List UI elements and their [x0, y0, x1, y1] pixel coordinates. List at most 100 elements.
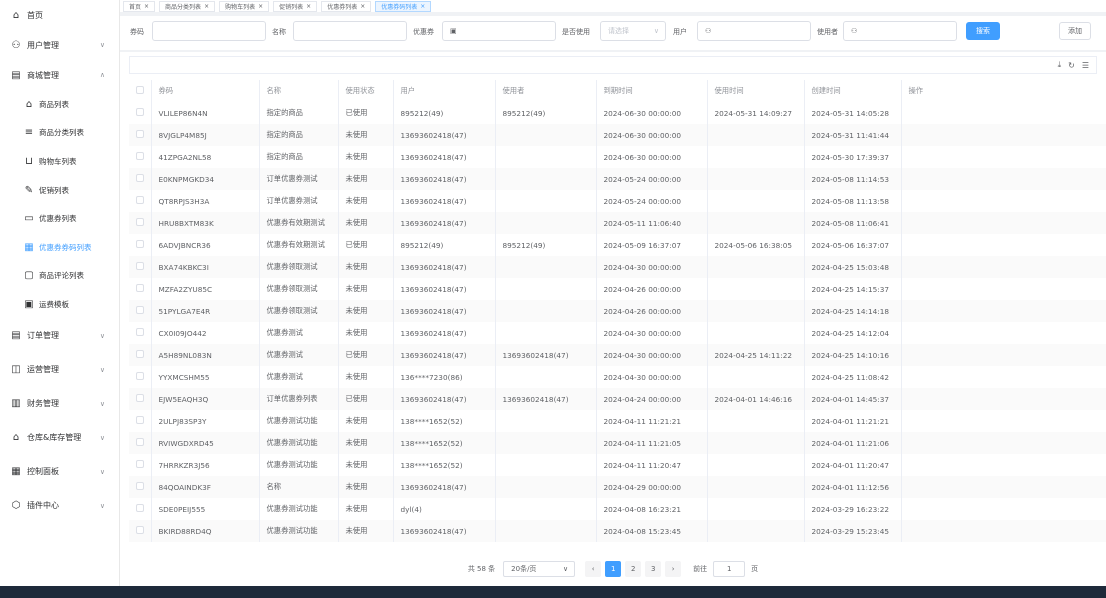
row-select-cell[interactable] — [129, 102, 152, 124]
sidebar-item-mall-3[interactable]: ✎ 促销列表 — [0, 176, 119, 205]
row-checkbox[interactable] — [136, 416, 144, 424]
table-row[interactable]: BXA74KBKC3I 优惠券领取测试 未使用 13693602418(47) 2024… — [129, 256, 1106, 278]
row-select-cell[interactable] — [129, 344, 152, 366]
sidebar-item-mall-0[interactable]: ⌂ 商品列表 — [0, 90, 119, 119]
select-all-checkbox[interactable] — [136, 86, 144, 94]
sidebar-item-mall-mgmt[interactable]: ▤ 商城管理 ∧ — [0, 60, 119, 90]
download-icon[interactable]: ⤓ — [1058, 60, 1062, 70]
table-row[interactable]: MZFA2ZYU85C 优惠券领取测试 未使用 13693602418(47) 2024… — [129, 278, 1106, 300]
table-row[interactable]: 2ULPJ83SP3Y 优惠券测试功能 未使用 138****1652(52) 2024… — [129, 410, 1106, 432]
row-checkbox[interactable] — [136, 130, 144, 138]
table-row[interactable]: 6ADVJBNCR36 优惠券有效期测试 已使用 895212(49) 895212(4… — [129, 234, 1106, 256]
goto-page-input[interactable]: 1 — [713, 561, 746, 577]
sidebar-item-mall-2[interactable]: ⊔ 购物车列表 — [0, 147, 119, 176]
name-input[interactable] — [293, 21, 407, 41]
row-select-cell[interactable] — [129, 256, 152, 278]
row-checkbox[interactable] — [136, 372, 144, 380]
sidebar-item-menu-3[interactable]: ⌂ 仓库&库存管理 ∨ — [0, 421, 119, 455]
sidebar-item-mall-4[interactable]: ▭ 优惠券列表 — [0, 204, 119, 233]
tab-5[interactable]: 优惠券码列表 × — [375, 0, 432, 12]
user-by-input[interactable]: ⚇ — [843, 21, 957, 41]
close-icon[interactable]: × — [420, 3, 425, 10]
tab-4[interactable]: 优惠券列表 × — [321, 0, 372, 12]
row-select-cell[interactable] — [129, 190, 152, 212]
row-checkbox[interactable] — [136, 482, 144, 490]
row-select-cell[interactable] — [129, 322, 152, 344]
select-all-cell[interactable] — [129, 80, 152, 102]
row-select-cell[interactable] — [129, 234, 152, 256]
sidebar-item-menu-5[interactable]: ⬡ 插件中心 ∨ — [0, 489, 119, 523]
row-select-cell[interactable] — [129, 476, 152, 498]
add-button[interactable]: 添加 — [1059, 22, 1091, 40]
row-checkbox[interactable] — [136, 262, 144, 270]
row-select-cell[interactable] — [129, 388, 152, 410]
row-select-cell[interactable] — [129, 146, 152, 168]
refresh-icon[interactable]: ↻ — [1068, 61, 1075, 70]
row-checkbox[interactable] — [136, 526, 144, 534]
sidebar-item-mall-6[interactable]: ▢ 商品评论列表 — [0, 262, 119, 291]
sidebar-item-home[interactable]: ⌂ 首页 — [0, 0, 119, 30]
sidebar-item-mall-5[interactable]: ▦ 优惠券券码列表 — [0, 233, 119, 262]
sidebar-item-user-mgmt[interactable]: ⚇ 用户管理 ∨ — [0, 30, 119, 60]
user-input[interactable]: ⚇ — [697, 21, 811, 41]
table-row[interactable]: YYXMCSHM55 优惠券测试 未使用 136****7230(86) 2024-04… — [129, 366, 1106, 388]
code-input[interactable] — [152, 21, 266, 41]
table-row[interactable]: 8VJGLP4M85J 指定的商品 未使用 13693602418(47) 2024-0… — [129, 124, 1106, 146]
table-row[interactable]: A5H89NL083N 优惠券测试 已使用 13693602418(47) 136936… — [129, 344, 1106, 366]
table-row[interactable]: 84QOAINDK3F 名称 未使用 13693602418(47) 2024-04-2… — [129, 476, 1106, 498]
row-checkbox[interactable] — [136, 196, 144, 204]
row-select-cell[interactable] — [129, 454, 152, 476]
close-icon[interactable]: × — [258, 3, 263, 10]
close-icon[interactable]: × — [306, 3, 311, 10]
close-icon[interactable]: × — [360, 3, 365, 10]
row-checkbox[interactable] — [136, 240, 144, 248]
tab-0[interactable]: 首页 × — [123, 0, 156, 12]
table-row[interactable]: HRU8BXTM83K 优惠券有效期测试 未使用 13693602418(47) 202… — [129, 212, 1106, 234]
table-row[interactable]: SDE0PEIJ555 优惠券测试功能 未使用 dyl(4) 2024-04-08 16… — [129, 498, 1106, 520]
page-button[interactable]: 3 — [645, 561, 662, 577]
sidebar-item-mall-7[interactable]: ▣ 运费模板 — [0, 290, 119, 319]
row-checkbox[interactable] — [136, 438, 144, 446]
table-row[interactable]: 51PYLGA7E4R 优惠券领取测试 未使用 13693602418(47) 2024… — [129, 300, 1106, 322]
row-select-cell[interactable] — [129, 212, 152, 234]
sidebar-item-menu-4[interactable]: ▦ 控制面板 ∨ — [0, 455, 119, 489]
table-row[interactable]: BKIRD88RD4Q 优惠券测试功能 未使用 13693602418(47) 2024… — [129, 520, 1106, 542]
sidebar-item-menu-2[interactable]: ▥ 财务管理 ∨ — [0, 387, 119, 421]
tab-1[interactable]: 商品分类列表 × — [159, 0, 216, 12]
coupon-picker[interactable]: ▣ — [442, 21, 556, 41]
row-select-cell[interactable] — [129, 498, 152, 520]
row-checkbox[interactable] — [136, 284, 144, 292]
table-row[interactable]: CX0I09JO442 优惠券测试 未使用 13693602418(47) 2024-0… — [129, 322, 1106, 344]
row-checkbox[interactable] — [136, 108, 144, 116]
row-select-cell[interactable] — [129, 432, 152, 454]
row-checkbox[interactable] — [136, 394, 144, 402]
table-row[interactable]: QT8RPJS3H3A 订单优惠券测试 未使用 13693602418(47) 2024… — [129, 190, 1106, 212]
table-row[interactable]: 7HRRKZR3J56 优惠券测试功能 未使用 138****1652(52) 2024… — [129, 454, 1106, 476]
row-checkbox[interactable] — [136, 174, 144, 182]
row-checkbox[interactable] — [136, 460, 144, 468]
table-row[interactable]: 41ZPGA2NL58 指定的商品 未使用 13693602418(47) 2024-0… — [129, 146, 1106, 168]
row-select-cell[interactable] — [129, 366, 152, 388]
page-size-select[interactable]: 20条/页 ∨ — [503, 561, 576, 577]
row-checkbox[interactable] — [136, 152, 144, 160]
sidebar-item-menu-1[interactable]: ◫ 运营管理 ∨ — [0, 353, 119, 387]
row-checkbox[interactable] — [136, 504, 144, 512]
row-select-cell[interactable] — [129, 168, 152, 190]
sidebar-item-mall-1[interactable]: ≡ 商品分类列表 — [0, 119, 119, 148]
tab-3[interactable]: 促销列表 × — [273, 0, 318, 12]
table-row[interactable]: EJW5EAQH3Q 订单优惠券列表 已使用 13693602418(47) 13693… — [129, 388, 1106, 410]
close-icon[interactable]: × — [144, 3, 149, 10]
row-select-cell[interactable] — [129, 124, 152, 146]
sidebar-item-menu-0[interactable]: ▤ 订单管理 ∨ — [0, 319, 119, 353]
next-page-button[interactable]: › — [665, 561, 682, 577]
row-select-cell[interactable] — [129, 278, 152, 300]
row-checkbox[interactable] — [136, 218, 144, 226]
row-checkbox[interactable] — [136, 306, 144, 314]
prev-page-button[interactable]: ‹ — [585, 561, 602, 577]
page-button[interactable]: 2 — [625, 561, 642, 577]
search-button[interactable]: 搜索 — [966, 22, 1000, 40]
close-icon[interactable]: × — [204, 3, 209, 10]
tab-2[interactable]: 购物车列表 × — [219, 0, 270, 12]
row-checkbox[interactable] — [136, 350, 144, 358]
used-select[interactable]: 请选择 ∨ — [600, 21, 666, 41]
